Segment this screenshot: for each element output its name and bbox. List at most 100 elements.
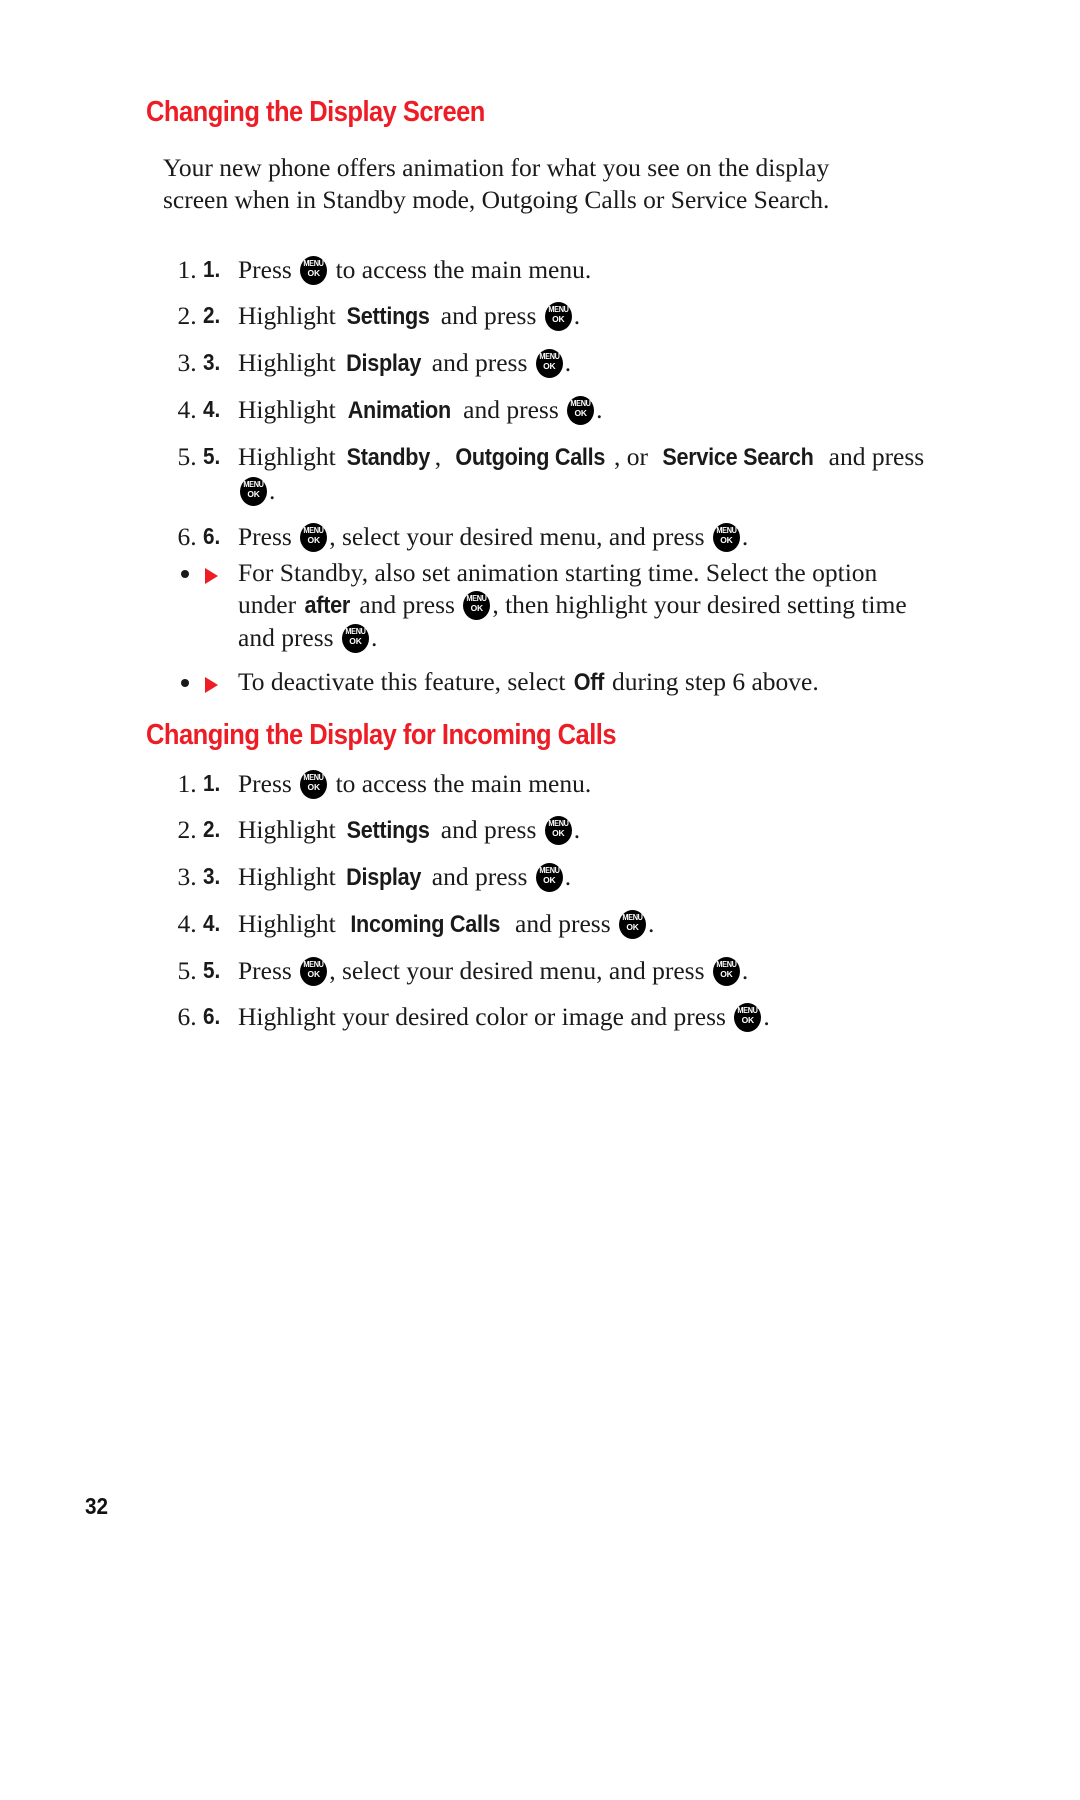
menu-ok-key-icon: MENU OK [619, 910, 646, 939]
step-number: 2. [203, 816, 221, 842]
step-text: Highlight Settings and press MENU OK. [238, 813, 928, 847]
menu-ok-key-icon: MENU OK [300, 523, 328, 552]
menu-key-bottom-label: OK [552, 828, 565, 838]
step-text: Highlight your desired color or image an… [238, 1002, 770, 1032]
menu-ok-key-icon: MENU OK [300, 256, 328, 285]
triangle-bullet-icon [205, 677, 218, 693]
step-item: 6. Press MENUOK, select your desired menu… [203, 520, 928, 553]
page-number: 32 [85, 1493, 109, 1519]
step-number: 1. [203, 256, 221, 282]
menu-key-bottom-label: OK [307, 782, 321, 792]
menu-key-bottom-label: OK [470, 603, 484, 613]
emphasized-menu-name: Animation [347, 397, 452, 424]
menu-key-bottom-label: OK [307, 268, 321, 278]
step-number: 2. [203, 302, 221, 328]
bullet-item: For Standby, also set animation starting… [203, 557, 933, 654]
menu-key-top-label: MENU [539, 352, 560, 361]
menu-key-top-label: MENU [303, 526, 325, 535]
step-item: 5. Highlight Standby, Outgoing Calls, or … [203, 440, 928, 507]
step-item: 1. Press MENUOK to access the main menu. [203, 253, 928, 286]
menu-key-top-label: MENU [345, 627, 366, 636]
menu-key-top-label: MENU [243, 480, 264, 489]
step-number: 4. [203, 396, 221, 422]
menu-ok-key-icon: MENU OK [535, 349, 563, 378]
step-text: Press MENU OK, select your desired menu, … [238, 956, 749, 986]
step-number: 3. [203, 863, 221, 889]
menu-key-bottom-label: OK [307, 969, 321, 979]
step-item: 1. Press MENUOK to access the main menu. [203, 767, 928, 800]
step-number: 5. [203, 443, 221, 469]
emphasized-menu-name: Display [346, 864, 422, 891]
step-text: Press MENU OK to access the main menu. [238, 255, 592, 285]
emphasized-menu-name: Settings [346, 817, 430, 844]
step-text: Press MENU OK to access the main menu. [238, 769, 592, 799]
menu-key-bottom-label: OK [626, 922, 639, 932]
menu-ok-key-icon: MENU OK [567, 396, 595, 425]
bullet-list-display-screen: For Standby, also set animation starting… [163, 557, 933, 711]
menu-key-top-label: MENU [622, 913, 643, 922]
step-number: 1. [203, 770, 221, 796]
step-item: 3. Highlight Display and press MENUOK. [203, 860, 928, 894]
step-item: 6. Highlight your desired color or image … [203, 1000, 928, 1033]
menu-key-top-label: MENU [548, 819, 569, 828]
menu-key-top-label: MENU [737, 1006, 759, 1015]
menu-key-top-label: MENU [303, 773, 325, 782]
menu-key-bottom-label: OK [543, 361, 556, 371]
menu-ok-key-icon: MENU OK [544, 302, 572, 331]
section-heading-display-screen: Changing the Display Screen [146, 96, 485, 129]
menu-key-top-label: MENU [303, 960, 325, 969]
step-list-incoming-calls: 1. Press MENUOK to access the main menu. 2… [163, 767, 928, 1046]
menu-key-top-label: MENU [539, 866, 560, 875]
menu-key-bottom-label: OK [552, 314, 565, 324]
menu-key-bottom-label: OK [720, 535, 733, 545]
menu-key-top-label: MENU [466, 594, 488, 603]
step-text: Highlight Standby, Outgoing Calls, or Se… [238, 442, 925, 506]
menu-ok-key-icon: MENU OK [300, 957, 328, 986]
emphasized-menu-name: Outgoing Calls [455, 444, 606, 471]
step-number: 6. [203, 523, 221, 549]
menu-key-bottom-label: OK [543, 875, 556, 885]
menu-ok-key-icon: MENU OK [734, 1003, 762, 1032]
menu-ok-key-icon: MENU OK [712, 523, 740, 552]
step-text: Highlight Animation and press MENU OK. [238, 393, 928, 427]
menu-ok-key-icon: MENU OK [300, 770, 328, 799]
menu-key-top-label: MENU [548, 305, 569, 314]
bullet-text: To deactivate this feature, select Off d… [238, 667, 819, 696]
bullet-text: For Standby, also set animation starting… [238, 558, 907, 653]
menu-key-top-label: MENU [570, 399, 592, 408]
triangle-bullet-icon [205, 568, 218, 584]
menu-key-bottom-label: OK [574, 408, 587, 418]
menu-ok-key-icon: MENU OK [240, 477, 267, 506]
step-item: 2. Highlight Settings and press MENUOK. [203, 299, 928, 333]
section-heading-incoming-calls: Changing the Display for Incoming Calls [146, 719, 617, 752]
menu-ok-key-icon: MENU OK [463, 591, 491, 620]
menu-key-top-label: MENU [716, 960, 737, 969]
menu-key-bottom-label: OK [741, 1015, 755, 1025]
step-number: 5. [203, 957, 221, 983]
step-item: 5. Press MENUOK, select your desired menu… [203, 954, 928, 987]
step-text: Highlight Display and press MENU OK. [238, 860, 928, 894]
menu-ok-key-icon: MENU OK [341, 624, 369, 653]
menu-key-bottom-label: OK [307, 535, 321, 545]
section-intro-paragraph: Your new phone offers animation for what… [163, 152, 830, 214]
step-item: 2. Highlight Settings and press MENUOK. [203, 813, 928, 847]
menu-key-bottom-label: OK [349, 636, 362, 646]
emphasized-menu-name: Standby [346, 444, 431, 471]
step-text: Highlight Settings and press MENU OK. [238, 299, 928, 333]
menu-ok-key-icon: MENU OK [544, 816, 572, 845]
step-text: Highlight Display and press MENU OK. [238, 346, 928, 380]
step-item: 4. Highlight Incoming Calls and press MEN… [203, 907, 928, 941]
step-item: 4. Highlight Animation and press MENUOK. [203, 393, 928, 427]
step-list-display-screen: 1. Press MENUOK to access the main menu. 2… [163, 253, 928, 566]
step-number: 3. [203, 349, 221, 375]
emphasized-menu-name: Settings [346, 303, 430, 330]
emphasized-menu-name: Off [573, 669, 605, 696]
menu-ok-key-icon: MENU OK [712, 957, 740, 986]
manual-page: Changing the Display Screen Your new pho… [0, 0, 1080, 1800]
menu-key-bottom-label: OK [247, 489, 260, 499]
emphasized-menu-name: Service Search [662, 444, 814, 471]
menu-key-top-label: MENU [303, 259, 325, 268]
emphasized-menu-name: after [304, 592, 351, 619]
menu-key-bottom-label: OK [720, 969, 733, 979]
step-text: Press MENU OK, select your desired menu, … [238, 522, 749, 552]
